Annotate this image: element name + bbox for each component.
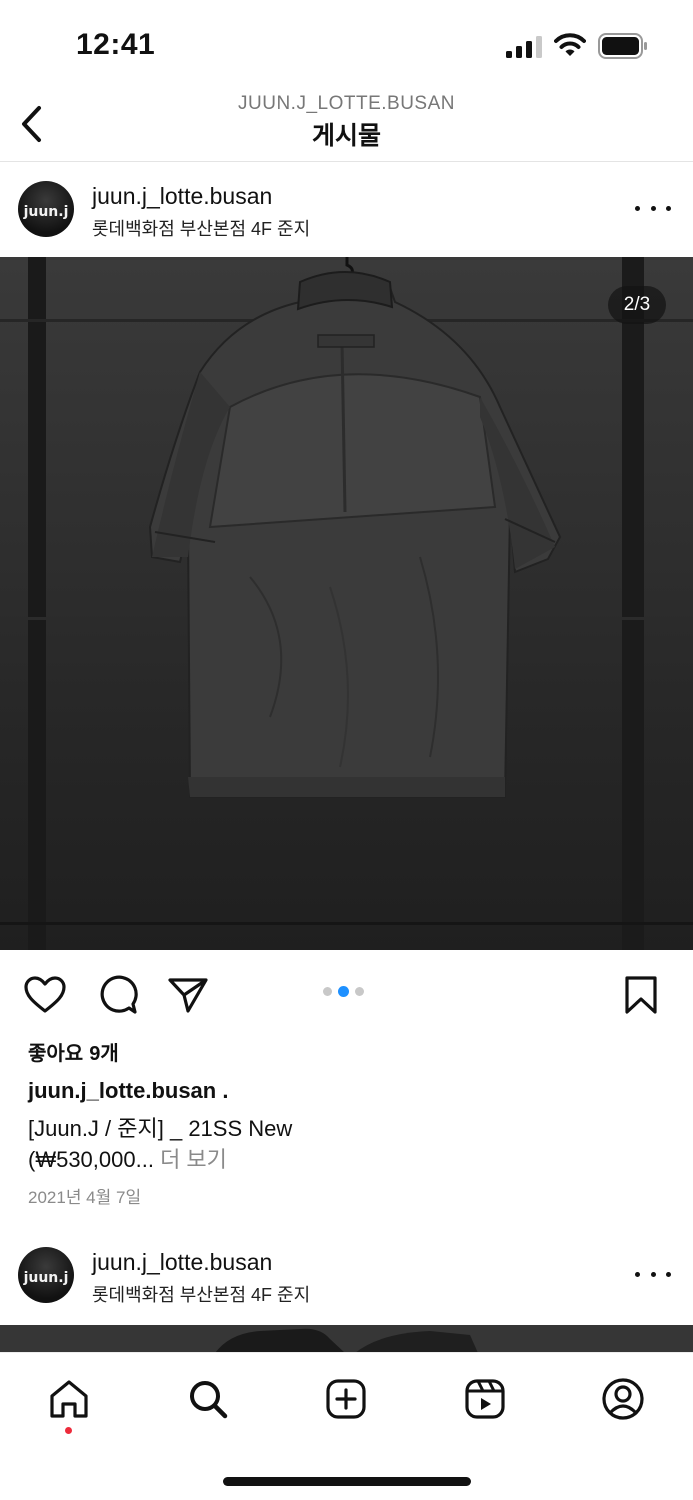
nav-account-handle: JUUN.J_LOTTE.BUSAN [238,93,455,114]
wifi-icon [554,33,586,56]
post-header: juun.j juun.j_lotte.busan 롯데백화점 부산본점 4F … [0,162,693,257]
send-icon [168,978,208,1013]
like-button[interactable] [22,972,68,1018]
comment-icon [100,975,138,1014]
more-caption-link[interactable]: 더 보기 [160,1147,227,1172]
status-time: 12:41 [76,28,156,61]
comment-button[interactable] [95,972,141,1018]
heart-icon [24,976,66,1013]
post-date: 2021년 4월 7일 [28,1188,142,1207]
status-bar: 12:41 [0,0,693,90]
bookmark-icon [625,976,657,1014]
home-indicator [223,1477,471,1486]
search-icon [190,1381,228,1419]
post-location[interactable]: 롯데백화점 부산본점 4F 준지 [92,215,310,241]
more-options-button[interactable] [635,1262,671,1286]
more-horizontal-icon [635,205,640,211]
nav-header: JUUN.J_LOTTE.BUSAN 게시물 [0,90,693,162]
caption-text-line2: (₩530,000... 더 보기 [28,1147,227,1172]
post-username[interactable]: juun.j_lotte.busan [92,1249,272,1276]
carousel-dot [323,986,332,996]
bottom-tab-bar [0,1352,693,1500]
post-username[interactable]: juun.j_lotte.busan [92,183,272,210]
caption-text-line1: [Juun.J / 준지] _ 21SS New [28,1116,293,1141]
add-post-icon [326,1379,366,1419]
profile-icon [602,1378,644,1420]
carousel-dot-active [338,985,349,997]
home-icon [50,1380,88,1418]
more-horizontal-icon [635,1271,640,1277]
post-action-bar [0,960,693,1030]
cellular-signal-icon [506,36,542,58]
next-post-photo[interactable] [0,1325,693,1353]
more-options-button[interactable] [635,196,671,220]
jacket-image [0,257,693,950]
share-button[interactable] [165,972,211,1018]
tab-create[interactable] [320,1373,372,1425]
carousel-dot [355,986,364,996]
post-location[interactable]: 롯데백화점 부산본점 4F 준지 [92,1281,310,1307]
likes-count[interactable]: 좋아요 9개 [28,1037,119,1066]
reels-icon [465,1379,505,1419]
next-post-header: juun.j juun.j_lotte.busan 롯데백화점 부산본점 4F … [0,1228,693,1323]
carousel-indicator [323,985,373,997]
caption-username[interactable]: juun.j_lotte.busan . [28,1078,228,1104]
home-activity-dot [65,1427,72,1434]
tab-search[interactable] [182,1373,234,1425]
page-title: 게시물 [311,122,381,150]
tab-reels[interactable] [459,1373,511,1425]
avatar[interactable]: juun.j [18,181,74,237]
post-photo[interactable]: 2/3 [0,257,693,950]
avatar[interactable]: juun.j [18,1247,74,1303]
save-button[interactable] [618,972,664,1018]
carousel-counter: 2/3 [608,286,666,324]
tab-profile[interactable] [597,1373,649,1425]
battery-icon [598,33,647,59]
tab-home[interactable] [43,1373,95,1425]
